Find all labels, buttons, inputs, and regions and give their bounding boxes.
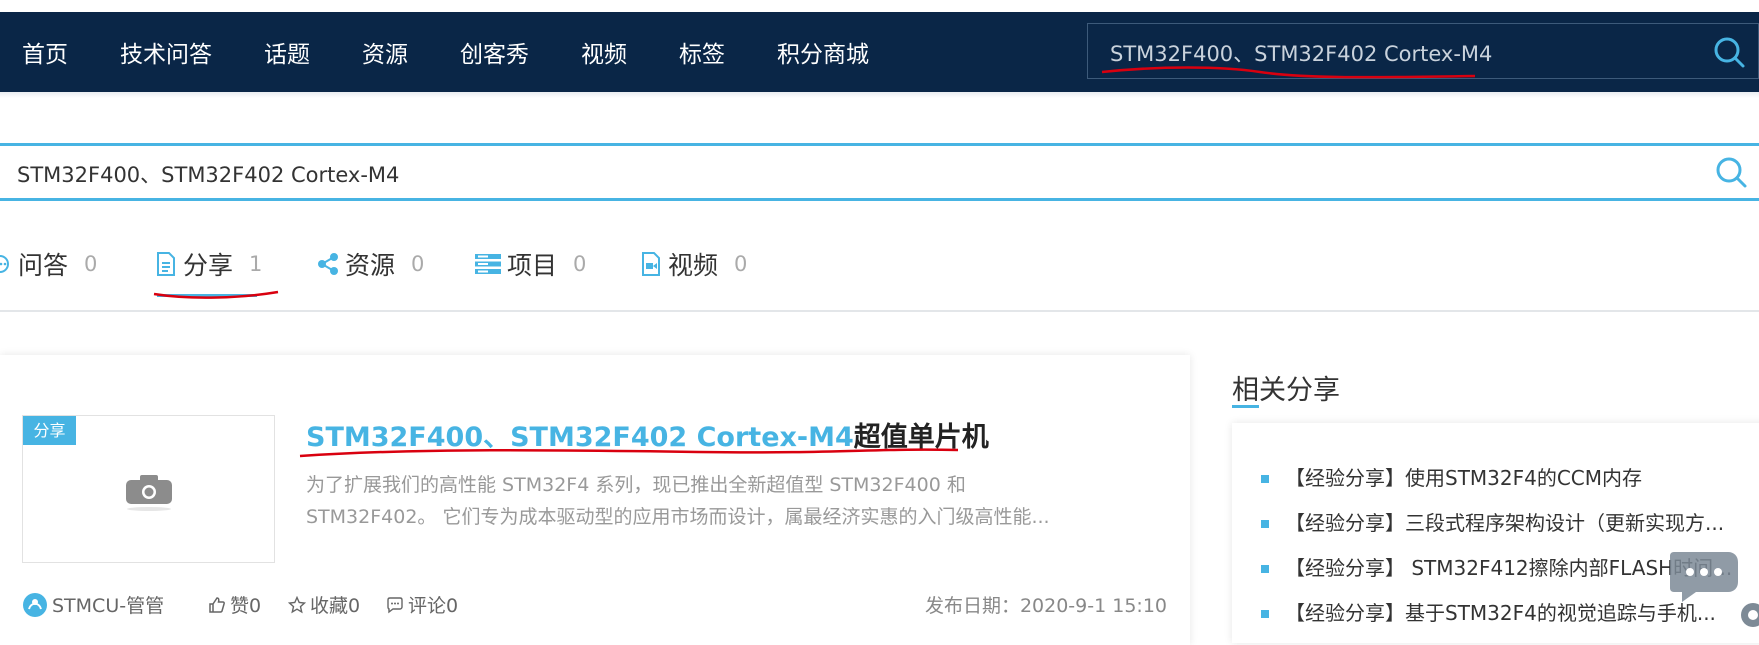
tab-label: 资源 <box>345 251 396 280</box>
related-item[interactable]: 【经验分享】基于STM32F4的视觉追踪与手机... <box>1232 598 1752 643</box>
desc-line: 为了扩展我们的高性能 STM32F4 系列，现已推出全新超值型 STM32F40… <box>306 474 966 496</box>
comment-button[interactable]: 评论0 <box>386 591 458 618</box>
tab-label: 问答 <box>18 251 69 280</box>
main-search-input[interactable]: STM32F400、STM32F402 Cortex-M4 <box>0 143 1759 201</box>
tab-projects[interactable]: 项目 0 <box>475 246 586 282</box>
title-highlight: STM32F400、STM32F402 Cortex-M4 <box>306 422 854 453</box>
title-rest: 超值单片机 <box>853 422 989 453</box>
result-meta: STMCU-管管 赞0 收藏0 评论0 发布日期：2020-9-1 15:10 <box>22 587 1167 621</box>
comment-count: 评论0 <box>408 595 459 617</box>
result-thumbnail[interactable]: 分享 <box>22 415 275 563</box>
result-title-link[interactable]: STM32F400、STM32F402 Cortex-M4超值单片机 <box>306 415 989 454</box>
video-icon <box>642 252 660 276</box>
nav-item-maker-show[interactable]: 创客秀 <box>460 35 529 69</box>
list-icon <box>475 254 501 274</box>
related-item-label: 【经验分享】三段式程序架构设计（更新实现方... <box>1285 511 1725 535</box>
document-icon <box>157 252 175 276</box>
favorite-count: 收藏0 <box>310 595 361 617</box>
avatar <box>23 592 47 617</box>
thumbs-up-icon <box>209 596 225 613</box>
top-nav: 首页 技术问答 话题 资源 创客秀 视频 标签 积分商城 STM32F400、S… <box>0 12 1759 92</box>
nav-item-resources[interactable]: 资源 <box>362 35 408 69</box>
nav-item-tech-qa[interactable]: 技术问答 <box>120 35 212 69</box>
tab-count: 0 <box>573 252 587 276</box>
like-button[interactable]: 赞0 <box>208 591 261 618</box>
nav-item-videos[interactable]: 视频 <box>581 35 627 69</box>
camera-icon <box>126 475 172 511</box>
tab-count: 0 <box>734 252 748 276</box>
result-tabs: 问答 0 分享 1 资源 0 项目 0 视频 0 <box>0 238 1759 298</box>
result-card[interactable]: 分享 STM32F400、STM32F402 Cortex-M4超值单片机 为了… <box>0 355 1190 645</box>
main-search-value: STM32F400、STM32F402 Cortex-M4 <box>17 163 400 187</box>
related-item-label: 【经验分享】使用STM32F4的CCM内存 <box>1285 466 1643 490</box>
active-tab-indicator <box>157 294 257 297</box>
tab-count: 1 <box>249 252 263 276</box>
tab-share[interactable]: 分享 1 <box>155 246 262 282</box>
related-list-box: 【经验分享】使用STM32F4的CCM内存 【经验分享】三段式程序架构设计（更新… <box>1232 423 1759 643</box>
tab-label: 视频 <box>668 251 719 280</box>
nav-item-tags[interactable]: 标签 <box>679 35 725 69</box>
nav-item-home[interactable]: 首页 <box>22 35 68 69</box>
star-icon <box>288 595 306 613</box>
nav-search-value: STM32F400、STM32F402 Cortex-M4 <box>1110 42 1493 66</box>
tabs-divider <box>0 310 1759 312</box>
chat-widget-icon[interactable] <box>1668 548 1744 604</box>
share-icon <box>318 253 338 275</box>
search-icon[interactable] <box>1712 35 1746 69</box>
author-name: STMCU-管管 <box>52 595 165 617</box>
like-count: 赞0 <box>230 595 262 617</box>
nav-item-points-mall[interactable]: 积分商城 <box>777 35 869 69</box>
tab-count: 0 <box>411 252 425 276</box>
tab-videos[interactable]: 视频 0 <box>640 246 747 282</box>
comment-icon <box>387 596 403 613</box>
tab-qa[interactable]: 问答 0 <box>0 246 97 282</box>
desc-line: STM32F402。 它们专为成本驱动型的应用市场而设计，属最经济实惠的入门级高… <box>306 506 1050 528</box>
nav-search-input[interactable]: STM32F400、STM32F402 Cortex-M4 <box>1087 23 1759 79</box>
related-title-underline <box>1232 405 1259 408</box>
related-title: 相关分享 <box>1232 375 1340 406</box>
tab-resources[interactable]: 资源 0 <box>317 246 424 282</box>
chat-icon <box>0 255 9 273</box>
related-item[interactable]: 【经验分享】三段式程序架构设计（更新实现方... <box>1232 508 1752 553</box>
related-item[interactable]: 【经验分享】使用STM32F4的CCM内存 <box>1232 463 1752 508</box>
author-link[interactable]: STMCU-管管 <box>22 591 164 618</box>
tab-label: 项目 <box>507 251 558 280</box>
search-icon[interactable] <box>1714 155 1748 189</box>
tab-count: 0 <box>84 252 98 276</box>
result-description: 为了扩展我们的高性能 STM32F4 系列，现已推出全新超值型 STM32F40… <box>306 469 1146 533</box>
share-badge: 分享 <box>23 416 76 445</box>
gear-icon[interactable] <box>1735 600 1759 630</box>
nav-item-topics[interactable]: 话题 <box>264 35 310 69</box>
nav-menu: 首页 技术问答 话题 资源 创客秀 视频 标签 积分商城 <box>22 12 921 92</box>
publish-date: 发布日期：2020-9-1 15:10 <box>924 595 1167 617</box>
tab-label: 分享 <box>183 251 234 280</box>
nav-shadow <box>0 92 1759 98</box>
favorite-button[interactable]: 收藏0 <box>288 591 360 618</box>
